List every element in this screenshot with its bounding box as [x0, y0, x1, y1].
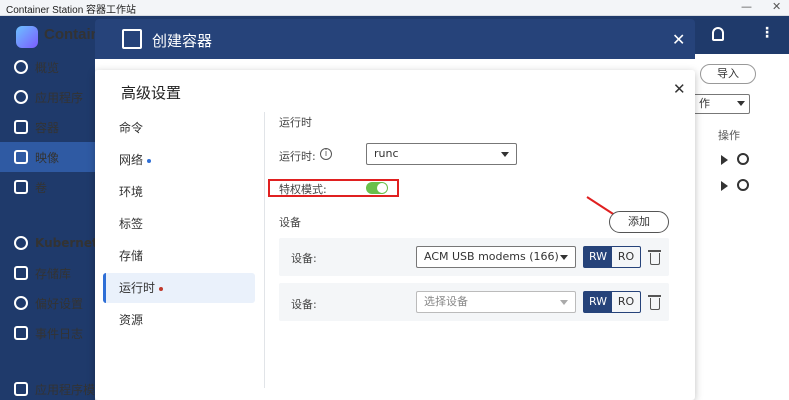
- ro-option[interactable]: RO: [612, 247, 640, 267]
- template-icon: [14, 382, 28, 396]
- ro-option[interactable]: RO: [612, 292, 640, 312]
- sidebar-item-kubernetes[interactable]: Kubernetes: [0, 228, 95, 258]
- divider: [264, 112, 265, 388]
- gear-icon[interactable]: [737, 179, 749, 191]
- sidebar-item-apps[interactable]: 应用程序: [0, 82, 95, 112]
- tab-storage[interactable]: 存储: [103, 241, 255, 271]
- chevron-down-icon: [560, 300, 568, 305]
- device-select-1[interactable]: ACM USB modems (166): [416, 246, 576, 268]
- chevron-down-icon: [501, 152, 509, 157]
- dashboard-icon: [14, 60, 28, 74]
- table-row: [719, 178, 759, 194]
- sidebar-item-overview[interactable]: 概览: [0, 52, 95, 82]
- runtime-select[interactable]: runc: [366, 143, 517, 165]
- tab-resources[interactable]: 资源: [103, 305, 255, 335]
- sidebar-item-registries[interactable]: 存储库: [0, 258, 95, 288]
- ops-column-header: 操作: [718, 129, 740, 142]
- privileged-mode-toggle[interactable]: [366, 182, 388, 194]
- devices-section-title: 设备: [279, 216, 301, 229]
- advanced-settings-title: 高级设置: [121, 84, 182, 102]
- privileged-mode-label: 特权模式:: [279, 183, 327, 196]
- info-icon[interactable]: i: [320, 148, 332, 160]
- trash-icon[interactable]: [648, 250, 661, 265]
- sidebar-item-images[interactable]: 映像: [0, 142, 95, 172]
- cube-icon: [14, 120, 28, 134]
- sidebar-item-event-log[interactable]: 事件日志: [0, 318, 95, 348]
- bell-icon[interactable]: [712, 27, 724, 41]
- tab-environment[interactable]: 环境: [103, 177, 255, 207]
- device-label: 设备:: [291, 298, 317, 311]
- tab-network[interactable]: 网络: [103, 145, 255, 175]
- sidebar-item-containers[interactable]: 容器: [0, 112, 95, 142]
- close-advanced-settings-button[interactable]: ✕: [673, 80, 686, 98]
- tab-labels[interactable]: 标签: [103, 209, 255, 239]
- sidebar-item-preferences[interactable]: 偏好设置: [0, 288, 95, 318]
- more-menu-icon[interactable]: ⋮: [760, 25, 774, 41]
- gear-icon: [14, 296, 28, 310]
- tab-runtime[interactable]: 运行时: [103, 273, 255, 303]
- device-select-2[interactable]: 选择设备: [416, 291, 576, 313]
- status-dot: [159, 286, 164, 291]
- runtime-label: 运行时:: [279, 150, 316, 163]
- kubernetes-icon: [14, 236, 28, 250]
- minimize-button[interactable]: —: [741, 0, 752, 13]
- grid-icon: [14, 266, 28, 280]
- list-icon: [14, 326, 28, 340]
- chevron-down-icon: [560, 255, 568, 260]
- logo-text: Contain: [44, 26, 100, 43]
- database-icon: [14, 180, 28, 194]
- runtime-section-title: 运行时: [279, 116, 312, 129]
- create-container-title: 创建容器: [152, 32, 213, 50]
- sidebar-item-app-templates[interactable]: 应用程序模: [0, 374, 95, 400]
- trash-icon[interactable]: [648, 295, 661, 310]
- chevron-down-icon: [737, 101, 745, 106]
- rw-option[interactable]: RW: [584, 247, 612, 267]
- apps-icon: [14, 90, 28, 104]
- gear-icon[interactable]: [737, 153, 749, 165]
- tab-command[interactable]: 命令: [103, 113, 255, 143]
- play-icon[interactable]: [721, 181, 728, 191]
- background-select[interactable]: 作: [692, 94, 750, 114]
- status-dot: [147, 158, 152, 163]
- rw-ro-toggle-2[interactable]: RW RO: [583, 291, 641, 313]
- toggle-knob: [377, 183, 387, 193]
- add-device-button[interactable]: 添加: [609, 211, 669, 233]
- cube-icon: [122, 29, 142, 49]
- rw-ro-toggle-1[interactable]: RW RO: [583, 246, 641, 268]
- container-station-logo: [16, 26, 38, 48]
- os-title-bar: Container Station 容器工作站 — ✕: [0, 0, 789, 16]
- rw-option[interactable]: RW: [584, 292, 612, 312]
- layers-icon: [14, 150, 28, 164]
- window-title: Container Station 容器工作站: [6, 5, 137, 16]
- play-icon[interactable]: [721, 155, 728, 165]
- device-label: 设备:: [291, 252, 317, 265]
- close-create-container-button[interactable]: ✕: [672, 30, 685, 49]
- import-button[interactable]: 导入: [700, 64, 756, 84]
- table-row: [719, 152, 759, 168]
- sidebar-item-volumes[interactable]: 卷: [0, 172, 95, 202]
- close-window-button[interactable]: ✕: [772, 0, 781, 13]
